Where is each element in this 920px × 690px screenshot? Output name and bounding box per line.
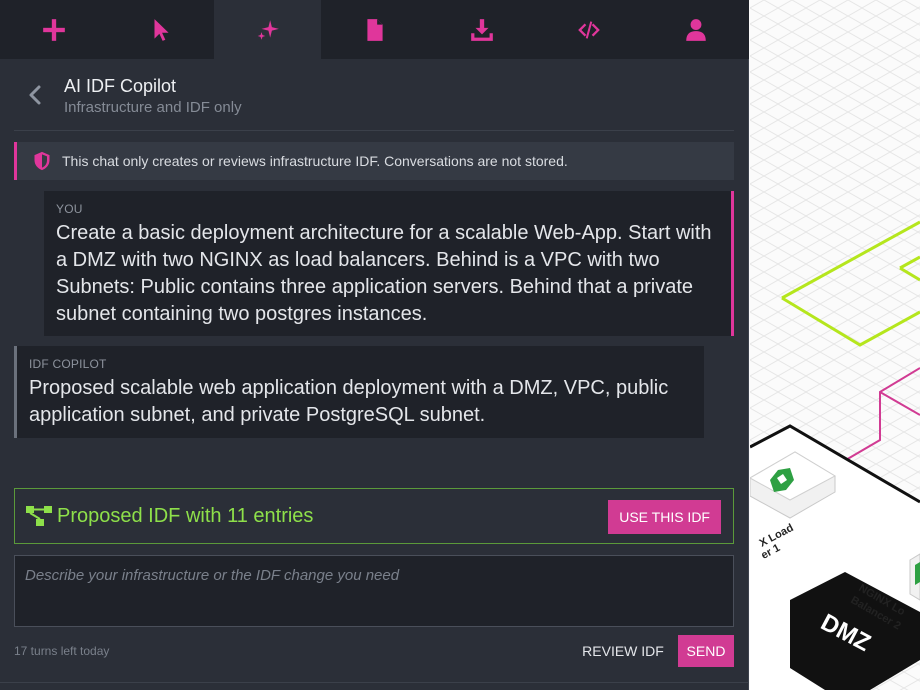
shield-icon <box>34 151 50 171</box>
top-toolbar <box>0 0 749 59</box>
add-button[interactable] <box>0 0 107 59</box>
sparkle-icon <box>257 19 279 40</box>
proposal-text: Proposed IDF with 11 entries <box>57 504 314 527</box>
hierarchy-icon <box>26 506 52 526</box>
message-text: Create a basic deployment architecture f… <box>56 222 712 325</box>
prompt-input[interactable] <box>15 556 733 626</box>
message-role-label: YOU <box>56 202 83 216</box>
user-icon <box>685 18 706 41</box>
prompt-input-container <box>14 555 734 627</box>
ai-copilot-tab[interactable] <box>214 0 321 59</box>
code-button[interactable] <box>535 0 642 59</box>
copilot-header: AI IDF Copilot Infrastructure and IDF on… <box>14 59 734 131</box>
code-icon <box>577 20 600 39</box>
use-idf-button[interactable]: USE THIS IDF <box>608 500 721 534</box>
idf-proposal-card: Proposed IDF with 11 entries USE THIS ID… <box>14 488 734 544</box>
page-title: AI IDF Copilot <box>64 76 177 96</box>
download-button[interactable] <box>428 0 535 59</box>
privacy-notice: This chat only creates or reviews infras… <box>14 142 734 180</box>
cursor-icon <box>154 18 169 41</box>
copilot-panel: AI IDF Copilot Infrastructure and IDF on… <box>0 0 749 690</box>
document-button[interactable] <box>321 0 428 59</box>
turns-left-label: 17 turns left today <box>14 644 110 658</box>
message-text: Proposed scalable web application deploy… <box>29 377 669 426</box>
plus-icon <box>42 18 65 41</box>
copilot-message: IDF COPILOT Proposed scalable web applic… <box>14 346 704 438</box>
chevron-left-icon <box>29 85 41 105</box>
divider <box>0 682 749 683</box>
isometric-diagram: DMZ X Load er 1 NGINX Lo Balancer 2 <box>750 0 920 690</box>
user-message: YOU Create a basic deployment architectu… <box>44 191 734 336</box>
notice-text: This chat only creates or reviews infras… <box>62 153 568 169</box>
download-icon <box>470 18 493 41</box>
back-button[interactable] <box>24 83 46 107</box>
review-idf-button[interactable]: REVIEW IDF <box>578 635 668 667</box>
select-tool-button[interactable] <box>107 0 214 59</box>
diagram-canvas[interactable]: DMZ X Load er 1 NGINX Lo Balancer 2 <box>750 0 920 690</box>
page-subtitle: Infrastructure and IDF only <box>64 99 242 116</box>
account-button[interactable] <box>642 0 749 59</box>
send-button[interactable]: SEND <box>678 635 734 667</box>
message-role-label: IDF COPILOT <box>29 357 107 371</box>
file-icon <box>366 18 383 41</box>
